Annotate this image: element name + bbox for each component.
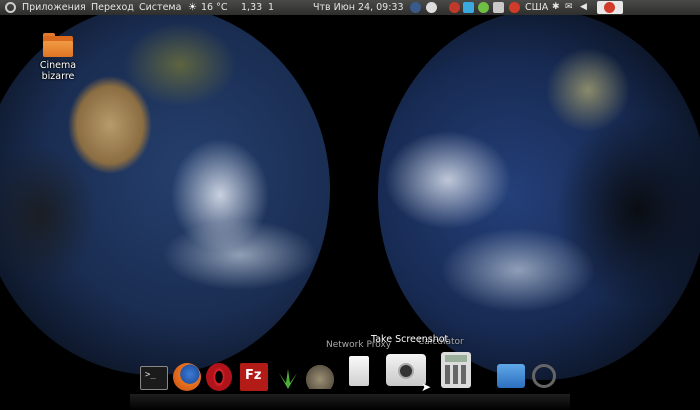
ubuntu-logo-icon[interactable] xyxy=(5,2,16,13)
stop-icon[interactable] xyxy=(449,2,460,13)
camera-lens xyxy=(398,363,414,379)
twitter-icon[interactable] xyxy=(463,2,474,13)
network-proxy-icon[interactable] xyxy=(349,356,369,386)
calculator-icon[interactable] xyxy=(441,352,471,388)
keyboard-layout[interactable]: США xyxy=(525,0,548,15)
qemu-icon[interactable] xyxy=(497,364,525,388)
dock: >_ Fz ➤ xyxy=(0,352,700,396)
camera-icon[interactable] xyxy=(386,354,426,386)
clipboard-icon[interactable] xyxy=(493,2,504,13)
terminal-icon[interactable]: >_ xyxy=(140,366,168,390)
power-icon[interactable] xyxy=(532,364,556,388)
sun-icon: ☀ xyxy=(188,2,197,13)
label-line-1: Cinema xyxy=(39,60,77,71)
mouse-cursor-icon: ➤ xyxy=(421,380,432,394)
opera-tray-icon xyxy=(604,2,615,13)
filezilla-icon[interactable]: Fz xyxy=(240,363,268,391)
cherry-icon[interactable] xyxy=(509,2,520,13)
calculator-keys xyxy=(445,365,467,384)
desktop-icon-cinema-bizarre[interactable]: Cinema bizarre xyxy=(30,33,86,82)
chat-icon[interactable] xyxy=(478,2,489,13)
top-panel: Приложения Переход Система ☀ 16 °C 1,33 … xyxy=(0,0,700,15)
gimp-icon[interactable] xyxy=(306,365,334,389)
cpu-load: 1,33 xyxy=(241,2,263,13)
workspace-count: 1 xyxy=(268,2,275,13)
plant-icon[interactable] xyxy=(275,367,301,389)
earth-globe-right xyxy=(378,15,700,380)
menu-places[interactable]: Переход xyxy=(91,0,134,15)
bluetooth-icon[interactable]: ✱ xyxy=(552,0,560,15)
filezilla-glyph: Fz xyxy=(245,368,262,383)
menu-applications[interactable]: Приложения xyxy=(22,0,86,15)
label-line-2: bizarre xyxy=(41,71,75,82)
desktop-icon-label: Cinema bizarre xyxy=(30,60,86,82)
clock[interactable]: Чтв Июн 24, 09:33 xyxy=(313,0,404,15)
menu-system[interactable]: Система xyxy=(139,0,181,15)
desktop: Cinema bizarre xyxy=(0,15,700,410)
dock-reflection xyxy=(130,394,570,410)
volume-icon[interactable]: ◀ xyxy=(580,0,587,15)
tooltip-take-screenshot: Take Screenshot xyxy=(371,334,449,345)
firefox-icon[interactable] xyxy=(173,363,201,391)
opera-icon[interactable] xyxy=(206,363,232,391)
opera-tray-button[interactable] xyxy=(597,1,623,14)
weather-temperature[interactable]: 16 °C xyxy=(201,0,228,15)
settings-icon[interactable] xyxy=(426,2,437,13)
calculator-display xyxy=(445,355,467,362)
mail-icon[interactable]: ✉ xyxy=(565,0,573,15)
network-icon[interactable] xyxy=(410,2,421,13)
folder-icon xyxy=(43,33,73,57)
